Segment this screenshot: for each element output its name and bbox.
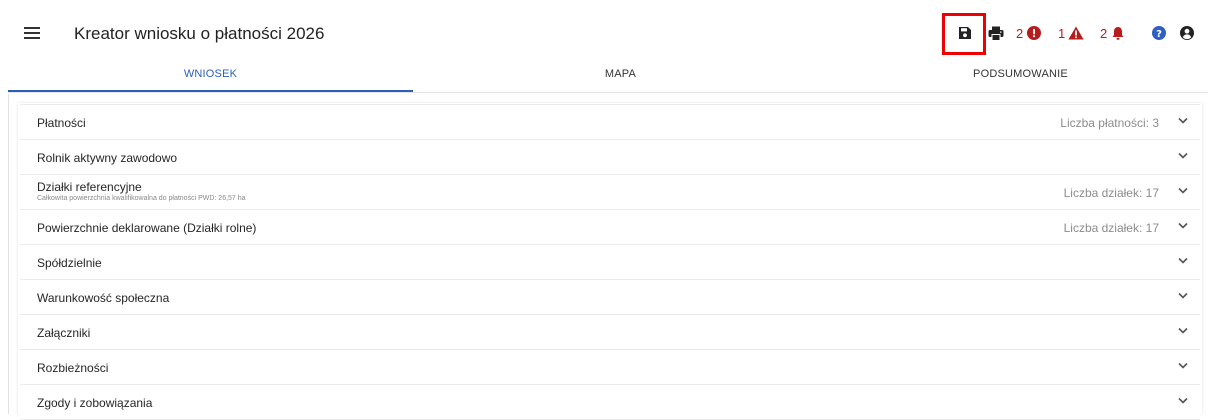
- print-icon[interactable]: [988, 26, 1004, 41]
- chevron-down-icon[interactable]: [1178, 292, 1188, 300]
- section-spoldzielnie[interactable]: Spółdzielnie: [20, 245, 1200, 280]
- section-title: Załączniki: [37, 326, 91, 340]
- app-header: Kreator wniosku o płatności 2026 2 1 2 ?: [0, 0, 1208, 64]
- chevron-down-icon[interactable]: [1178, 152, 1188, 160]
- section-count: Liczba płatności: 3: [1060, 116, 1159, 130]
- section-dzialki-referencyjne[interactable]: Działki referencyjne Całkowita powierzch…: [20, 175, 1200, 210]
- account-icon[interactable]: [1180, 26, 1194, 40]
- chevron-down-icon[interactable]: [1178, 327, 1188, 335]
- chevron-down-icon[interactable]: [1178, 117, 1188, 125]
- notifications-count: 2: [1100, 26, 1108, 41]
- section-powierzchnie-deklarowane[interactable]: Powierzchnie deklarowane (Działki rolne)…: [20, 210, 1200, 245]
- tab-bar: WNIOSEK MAPA PODSUMOWANIE: [8, 64, 1208, 93]
- warning-triangle-icon[interactable]: [1068, 26, 1084, 40]
- svg-text:?: ?: [1156, 29, 1162, 40]
- help-icon[interactable]: ?: [1152, 26, 1166, 40]
- sections-accordion: Płatności Liczba płatności: 3 Rolnik akt…: [20, 104, 1200, 420]
- section-title: Zgody i zobowiązania: [37, 396, 153, 410]
- hamburger-menu-icon[interactable]: [24, 27, 40, 39]
- error-circle-icon[interactable]: [1027, 26, 1041, 40]
- save-icon[interactable]: [958, 26, 972, 40]
- tab-mapa[interactable]: MAPA: [418, 64, 823, 92]
- content-border: [8, 94, 9, 414]
- errors-count: 2: [1016, 26, 1024, 41]
- section-rozbieznosci[interactable]: Rozbieżności: [20, 350, 1200, 385]
- section-subtitle: Całkowita powierzchnia kwalifikowalna do…: [37, 195, 246, 202]
- section-title: Działki referencyjne: [37, 180, 142, 194]
- tab-wniosek[interactable]: WNIOSEK: [8, 64, 413, 92]
- section-title: Warunkowość społeczna: [37, 291, 170, 305]
- tab-podsumowanie[interactable]: PODSUMOWANIE: [818, 64, 1208, 92]
- page-title: Kreator wniosku o płatności 2026: [74, 24, 325, 43]
- chevron-down-icon[interactable]: [1178, 187, 1188, 195]
- section-title: Powierzchnie deklarowane (Działki rolne): [37, 221, 257, 235]
- section-title: Spółdzielnie: [37, 256, 102, 270]
- section-rolnik-aktywny[interactable]: Rolnik aktywny zawodowo: [20, 140, 1200, 175]
- section-platnosci[interactable]: Płatności Liczba płatności: 3: [20, 104, 1200, 140]
- warnings-count: 1: [1058, 26, 1066, 41]
- section-title: Rolnik aktywny zawodowo: [37, 151, 178, 165]
- active-tab-indicator: [8, 90, 413, 92]
- chevron-down-icon[interactable]: [1178, 222, 1188, 230]
- chevron-down-icon[interactable]: [1178, 257, 1188, 265]
- section-zalaczniki[interactable]: Załączniki: [20, 315, 1200, 350]
- section-zgody-i-zobowiazania[interactable]: Zgody i zobowiązania: [20, 385, 1200, 420]
- section-title: Płatności: [37, 116, 86, 130]
- bell-icon[interactable]: [1112, 26, 1124, 40]
- chevron-down-icon[interactable]: [1178, 397, 1188, 405]
- section-warunkowosc-spoleczna[interactable]: Warunkowość społeczna: [20, 280, 1200, 315]
- section-count: Liczba działek: 17: [1063, 186, 1159, 200]
- section-count: Liczba działek: 17: [1063, 221, 1159, 235]
- section-title: Rozbieżności: [37, 361, 109, 375]
- chevron-down-icon[interactable]: [1178, 362, 1188, 370]
